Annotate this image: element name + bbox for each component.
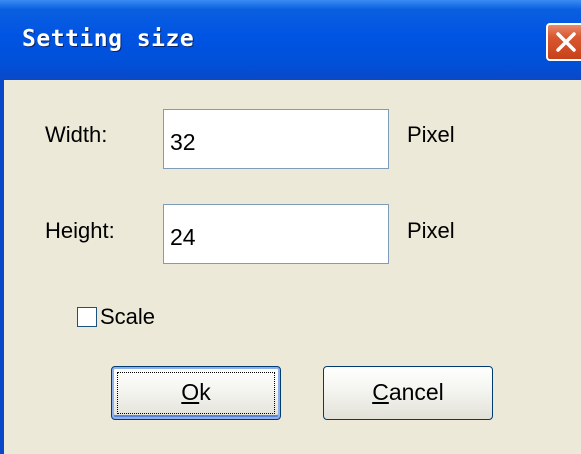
close-button[interactable] xyxy=(546,23,581,61)
setting-size-dialog: Setting size Width: Pixel Height: Pixel … xyxy=(0,0,581,454)
height-input[interactable] xyxy=(163,204,389,264)
window-border xyxy=(0,80,4,454)
ok-button[interactable]: Ok xyxy=(111,366,281,420)
scale-checkbox[interactable] xyxy=(77,307,97,327)
height-unit-label: Pixel xyxy=(407,218,455,243)
title-bar[interactable]: Setting size xyxy=(0,0,581,80)
ok-button-label: Ok xyxy=(181,379,211,405)
width-unit-label: Pixel xyxy=(407,122,455,147)
width-input[interactable] xyxy=(163,109,389,169)
cancel-button-label: Cancel xyxy=(372,379,444,405)
height-label: Height: xyxy=(45,218,115,243)
cancel-button[interactable]: Cancel xyxy=(323,366,493,420)
window-title: Setting size xyxy=(22,26,195,52)
close-icon xyxy=(556,32,576,52)
scale-label[interactable]: Scale xyxy=(100,304,155,330)
width-label: Width: xyxy=(45,122,108,147)
